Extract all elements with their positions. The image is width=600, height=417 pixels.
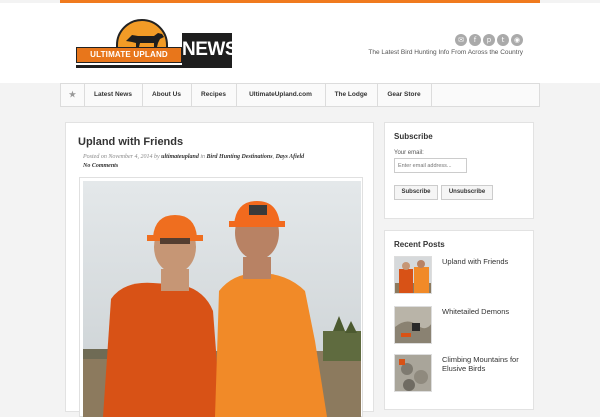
recent-post-link[interactable]: Climbing Mountains for Elusive Birds: [442, 355, 530, 373]
nav-item-the-lodge[interactable]: The Lodge: [325, 84, 378, 106]
post-thumbnail[interactable]: [394, 256, 432, 294]
post-date: Posted on November 4, 2014: [83, 154, 153, 160]
category-separator: ,: [272, 154, 275, 160]
site-logo[interactable]: ULTIMATE UPLAND NEWS: [76, 17, 238, 71]
list-item[interactable]: Whitetailed Demons: [394, 306, 529, 346]
email-label: Your email:: [394, 150, 424, 156]
recent-posts-title: Recent Posts: [394, 240, 445, 249]
pinterest-icon[interactable]: p: [483, 34, 495, 46]
post-meta: Posted on November 4, 2014 by ultimateup…: [83, 153, 365, 171]
subscribe-title: Subscribe: [394, 132, 433, 141]
post-image[interactable]: [83, 181, 361, 417]
recent-posts-widget: Recent Posts Upland with Friends Whiteta…: [384, 230, 534, 410]
logo-news-box: NEWS: [182, 33, 238, 67]
recent-post-link[interactable]: Whitetailed Demons: [442, 307, 530, 316]
unsubscribe-button[interactable]: Unsubscribe: [441, 185, 493, 200]
hunters-photo: [83, 181, 361, 417]
nav-item-gear-store[interactable]: Gear Store: [377, 84, 432, 106]
nav-item-latest-news[interactable]: Latest News: [84, 84, 143, 106]
recent-post-link[interactable]: Upland with Friends: [442, 257, 530, 266]
post-card: Upland with Friends Posted on November 4…: [65, 122, 374, 417]
post-comments-link[interactable]: No Comments: [83, 163, 118, 169]
list-item[interactable]: Climbing Mountains for Elusive Birds: [394, 354, 529, 394]
post-author-link[interactable]: ultimateupland: [161, 154, 199, 160]
email-icon[interactable]: ✉: [455, 34, 467, 46]
facebook-icon[interactable]: f: [469, 34, 481, 46]
nav-item-about-us[interactable]: About Us: [142, 84, 192, 106]
twitter-icon[interactable]: t: [497, 34, 509, 46]
logo-underline: [76, 65, 232, 68]
logo-banner: ULTIMATE UPLAND: [76, 47, 182, 63]
list-item[interactable]: Upland with Friends: [394, 256, 529, 296]
rss-icon[interactable]: ◉: [511, 34, 523, 46]
post-thumbnail[interactable]: [394, 354, 432, 392]
post-by: by: [154, 154, 160, 160]
post-category-link[interactable]: Days Afield: [276, 154, 305, 160]
post-image-frame: [79, 177, 363, 417]
post-title[interactable]: Upland with Friends: [78, 136, 183, 148]
subscribe-widget: Subscribe Your email: Subscribe Unsubscr…: [384, 122, 534, 219]
main-nav: ★ Latest News About Us Recipes UltimateU…: [60, 83, 540, 107]
post-thumbnail[interactable]: [394, 306, 432, 344]
subscribe-button[interactable]: Subscribe: [394, 185, 438, 200]
site-tagline: The Latest Bird Hunting Info From Across…: [368, 49, 523, 56]
nav-item-recipes[interactable]: Recipes: [191, 84, 237, 106]
nav-home-icon[interactable]: ★: [61, 84, 85, 106]
site-header: ULTIMATE UPLAND NEWS ✉ f p t ◉ The Lates…: [0, 3, 600, 83]
post-category-link[interactable]: Bird Hunting Destinations: [207, 154, 273, 160]
nav-item-ultimateupland[interactable]: UltimateUpland.com: [236, 84, 326, 106]
post-in: in: [200, 154, 206, 160]
email-input[interactable]: [394, 158, 467, 173]
